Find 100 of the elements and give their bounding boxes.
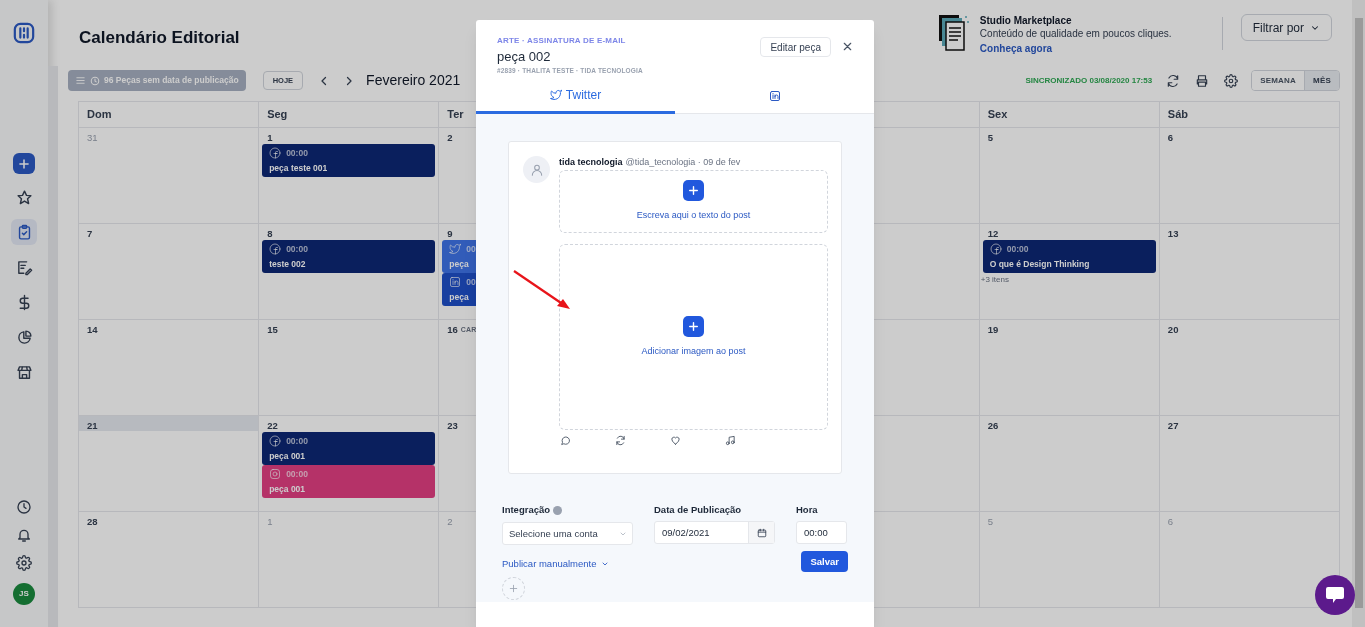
account-select[interactable]: Selecione uma conta <box>502 522 633 546</box>
day-number: 28 <box>87 516 98 527</box>
event-time: 00:00 <box>1006 243 1029 256</box>
event-time: 00:00 <box>286 468 308 481</box>
day-number: 12 <box>987 228 999 239</box>
day-number: 23 <box>447 420 458 431</box>
user-avatar[interactable]: JS <box>13 583 35 605</box>
calendar-icon <box>756 527 767 538</box>
facebook-icon <box>269 435 282 448</box>
author-name: tida tecnologia <box>559 156 623 168</box>
day-cell[interactable]: 21 <box>79 416 260 512</box>
bird-icon <box>449 243 462 256</box>
facebook-icon <box>989 243 1002 256</box>
day-number: 1 <box>267 132 273 143</box>
star-icon <box>15 188 33 206</box>
filter-button[interactable]: Filtrar por <box>1240 14 1332 41</box>
add-button[interactable] <box>13 153 35 174</box>
save-button[interactable]: Salvar <box>801 551 848 573</box>
comment-icon[interactable] <box>560 435 571 446</box>
day-cell[interactable]: 12 00:00 O que é Design Thinking +3 itens <box>979 224 1160 320</box>
settings-icon[interactable] <box>1224 73 1239 88</box>
event-time: 00:00 <box>286 243 308 256</box>
day-cell[interactable]: 1 00:00 peça teste 001 <box>259 128 440 224</box>
day-cell[interactable]: 13 <box>1159 224 1340 320</box>
day-number: 15 <box>267 324 278 335</box>
facebook-icon <box>269 147 282 160</box>
publish-manually-link[interactable]: Publicar manualmente <box>502 557 609 572</box>
event-title: peça teste 001 <box>269 161 329 175</box>
day-number: 6 <box>1167 516 1174 527</box>
list-icon <box>75 75 86 86</box>
day-number: 1 <box>267 516 273 527</box>
day-number: 9 <box>447 228 453 239</box>
facebook-icon <box>269 243 282 256</box>
day-cell[interactable]: 15 <box>259 320 440 416</box>
logo-icon[interactable] <box>13 22 35 44</box>
event-card[interactable]: 00:00 O que é Design Thinking <box>982 240 1156 273</box>
field-label: Data de Publicação <box>654 503 743 517</box>
clock-icon <box>90 75 100 86</box>
sidebar-item[interactable] <box>11 219 37 245</box>
promo-subtitle: Conteúdo de qualidade em poucos cliques. <box>979 27 1172 40</box>
plus-icon <box>508 582 519 594</box>
day-cell[interactable]: 22 00:00 peça 001 00:00 peça 001 <box>259 416 440 512</box>
category-label: ARTE · ASSINATURA DE E-MAIL <box>497 35 627 47</box>
scrollbar[interactable] <box>1352 0 1365 627</box>
close-icon[interactable] <box>842 41 853 52</box>
print-icon[interactable] <box>1195 73 1210 88</box>
promo-link[interactable]: Conheça agora <box>979 42 1172 55</box>
day-cell[interactable]: 26 <box>979 416 1160 512</box>
day-number: 6 <box>1167 132 1174 143</box>
day-cell[interactable]: 27 <box>1159 416 1340 512</box>
date-field[interactable]: 09/02/2021 <box>654 521 775 545</box>
sync-status: SINCRONIZADO 03/08/2020 17:53 <box>1025 74 1153 87</box>
store-icon <box>15 363 33 381</box>
day-cell[interactable]: 28 <box>79 512 260 608</box>
drop-zone-label: Escreva aqui o texto do post <box>636 209 751 223</box>
event-card[interactable]: 00:00 peça 001 <box>262 465 436 498</box>
event-card[interactable]: 00:00 teste 002 <box>262 240 436 273</box>
chat-button[interactable] <box>1315 575 1355 615</box>
event-time: 00:00 <box>286 435 308 448</box>
more-items-link[interactable]: +3 itens <box>979 274 1159 286</box>
refresh-icon[interactable] <box>1166 73 1181 88</box>
day-number: 16 <box>447 324 458 335</box>
day-cell[interactable]: 7 <box>79 224 260 320</box>
page-title: Calendário Editorial <box>79 27 240 49</box>
document-stack-icon <box>937 14 970 52</box>
day-cell[interactable]: 6 <box>1159 128 1340 224</box>
day-number: 7 <box>87 228 93 239</box>
day-cell[interactable]: 19 <box>979 320 1160 416</box>
day-number: 8 <box>267 228 273 239</box>
linkedin-icon <box>449 276 462 289</box>
heart-icon[interactable] <box>670 435 681 446</box>
weekday-header: Ter <box>447 107 464 123</box>
event-time: 00 <box>466 276 476 289</box>
time-field[interactable]: 00:00 <box>796 521 847 545</box>
month-label: Fevereiro 2021 <box>366 71 461 90</box>
clock-icon[interactable] <box>16 499 32 515</box>
day-cell[interactable]: 20 <box>1159 320 1340 416</box>
day-number: 14 <box>87 324 98 335</box>
event-title: teste 002 <box>269 257 307 271</box>
plus-icon <box>687 184 700 198</box>
event-card[interactable]: 00:00 peça 001 <box>262 432 436 465</box>
author-handle: @tida_tecnologia · 09 de fev <box>625 156 741 168</box>
edit-piece-button[interactable]: Editar peça <box>760 37 831 57</box>
bell-icon[interactable] <box>16 527 32 543</box>
music-note-icon[interactable] <box>725 435 736 446</box>
weekday-header: Seg <box>267 107 288 123</box>
event-card[interactable]: 00:00 peça teste 001 <box>262 144 436 177</box>
image-drop-zone[interactable]: Adicionar imagem ao post <box>559 244 828 430</box>
info-icon <box>553 505 563 515</box>
day-cell[interactable]: 8 00:00 teste 002 <box>259 224 440 320</box>
day-number: 2 <box>447 516 453 527</box>
event-title: peça 001 <box>269 449 307 463</box>
settings-icon[interactable] <box>16 555 32 571</box>
view-toggle[interactable]: MÊS <box>1304 71 1339 90</box>
retweet-icon[interactable] <box>615 435 626 446</box>
post-text-drop-zone[interactable]: Escreva aqui o texto do post <box>559 170 828 233</box>
day-cell[interactable]: 5 <box>979 128 1160 224</box>
day-number: 5 <box>987 132 993 143</box>
linkedin-icon <box>768 90 781 102</box>
calendar-button[interactable] <box>748 522 774 544</box>
